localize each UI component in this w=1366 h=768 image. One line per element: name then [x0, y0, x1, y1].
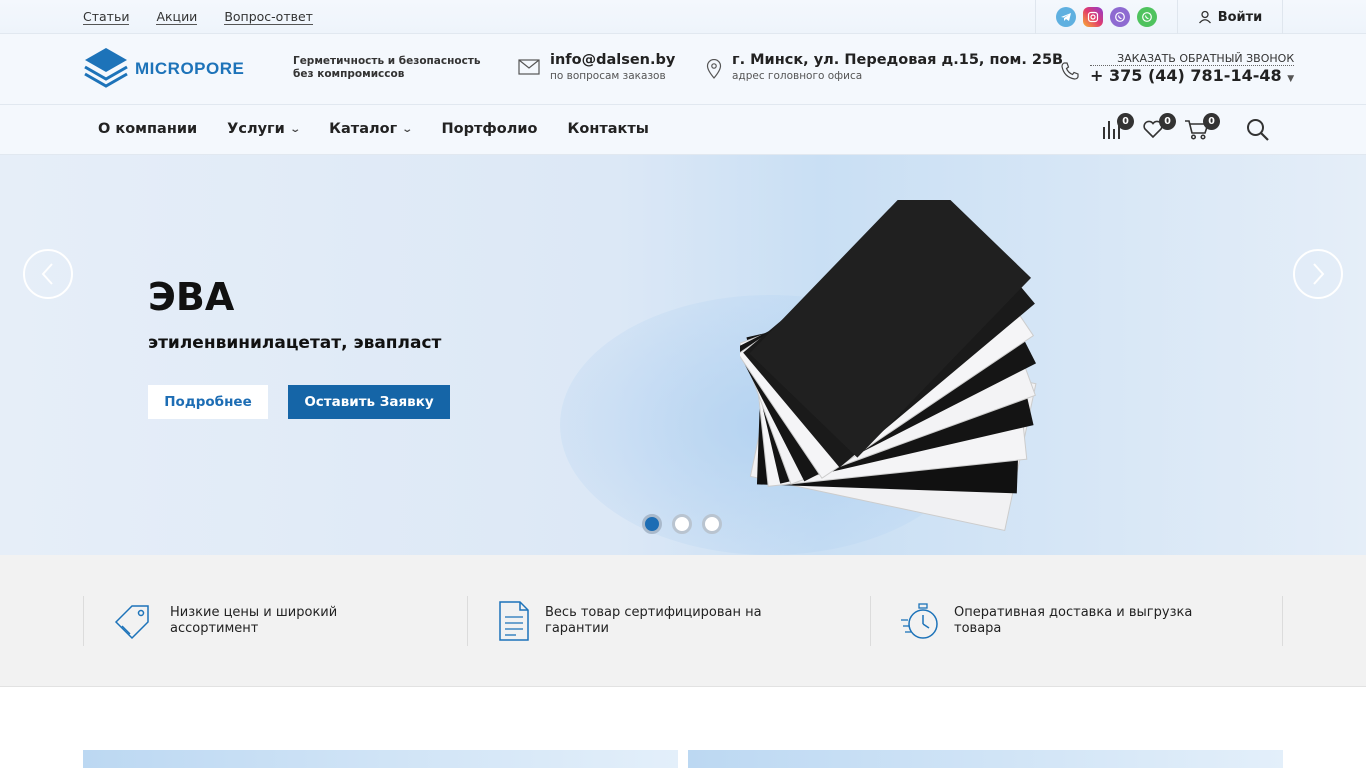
search-icon: [1247, 119, 1269, 141]
feature-line-1: Оперативная доставка и выгрузка: [954, 605, 1193, 620]
chevron-left-icon: [41, 263, 53, 285]
stopwatch-icon: [901, 603, 938, 639]
main-menu: О компании Услуги ⌄ Каталог ⌄ Портфолио Ко…: [98, 121, 649, 137]
caret-down-icon[interactable]: ▼: [1287, 74, 1294, 84]
feature-item: Низкие цены и широкий ассортимент: [83, 596, 467, 646]
hero-subtitle: этиленвинилацетат, эвапласт: [148, 333, 442, 353]
slider-prev-button[interactable]: [23, 249, 73, 299]
phone-text: + 375 (44) 781-14-48: [1090, 66, 1282, 85]
instagram-icon[interactable]: [1083, 7, 1103, 27]
viber-icon[interactable]: [1110, 7, 1130, 27]
feature-line-2: товара: [954, 621, 1002, 636]
feature-line-1: Низкие цены и широкий: [170, 605, 338, 620]
user-icon: [1198, 10, 1211, 24]
compare-button[interactable]: 0: [1100, 113, 1134, 143]
whatsapp-icon[interactable]: [1137, 7, 1157, 27]
callback-link[interactable]: ЗАКАЗАТЬ ОБРАТНЫЙ ЗВОНОК: [1090, 52, 1295, 66]
location-pin-icon: [706, 59, 722, 79]
top-link-articles[interactable]: Статьи: [83, 9, 130, 25]
document-icon: [499, 601, 529, 641]
email-note: по вопросам заказов: [550, 70, 666, 82]
logo[interactable]: MICROPORE: [83, 46, 244, 92]
nav-item-label: Портфолио: [441, 121, 538, 137]
nav-item-label: О компании: [98, 121, 198, 137]
slider-dot-3[interactable]: [702, 514, 722, 534]
email-block: info@dalsen.by по вопросам заказов: [518, 51, 675, 83]
main-nav: О компании Услуги ⌄ Каталог ⌄ Портфолио Ко…: [0, 105, 1366, 155]
logo-text: MICROPORE: [135, 59, 245, 78]
nav-item-label: Услуги: [227, 121, 285, 137]
nav-icons: 0 0 0: [1100, 113, 1220, 143]
hero-slider: ЭВА этиленвинилацетат, эвапласт Подробне…: [0, 155, 1366, 555]
phone-number[interactable]: + 375 (44) 781-14-48 ▼: [1090, 66, 1294, 89]
page: Статьи Акции Вопрос-ответ Войти MICROPOR…: [0, 0, 1366, 768]
favorites-count-badge: 0: [1159, 113, 1176, 130]
social-links: [1035, 0, 1177, 34]
more-button[interactable]: Подробнее: [148, 385, 268, 419]
top-link-promotions[interactable]: Акции: [156, 9, 198, 25]
envelope-icon: [518, 59, 540, 75]
top-links: Статьи Акции Вопрос-ответ: [83, 9, 313, 25]
telegram-icon[interactable]: [1056, 7, 1076, 27]
feature-item: Оперативная доставка и выгрузка товара: [870, 596, 1282, 646]
chevron-down-icon: ⌄: [401, 123, 414, 135]
logo-mark-icon: [84, 48, 128, 88]
slider-dot-1[interactable]: [642, 514, 662, 534]
header: MICROPORE Герметичность и безопасность б…: [0, 34, 1366, 105]
slider-dots: [642, 514, 722, 534]
nav-item-contacts[interactable]: Контакты: [568, 121, 649, 137]
phone-block: ЗАКАЗАТЬ ОБРАТНЫЙ ЗВОНОК + 375 (44) 781-…: [1060, 52, 1295, 89]
category-card[interactable]: [688, 750, 1283, 768]
feature-line-2: ассортимент: [170, 621, 259, 636]
hero-title: ЭВА: [148, 275, 235, 319]
top-link-faq[interactable]: Вопрос-ответ: [224, 9, 313, 25]
cart-button[interactable]: 0: [1184, 113, 1220, 143]
price-tag-icon: [114, 605, 149, 640]
slogan: Герметичность и безопасность без компром…: [293, 55, 493, 81]
slogan-line-1: Герметичность и безопасность: [293, 55, 481, 67]
slogan-line-2: без компромиссов: [293, 68, 405, 80]
login-label: Войти: [1217, 9, 1263, 25]
nav-item-portfolio[interactable]: Портфолио: [442, 121, 538, 137]
chevron-down-icon: ⌄: [289, 123, 301, 135]
address-block: г. Минск, ул. Передовая д.15, пом. 25В а…: [706, 51, 1063, 83]
search-button[interactable]: [1245, 117, 1271, 147]
nav-item-label: Контакты: [567, 121, 649, 137]
feature-line-1: Весь товар сертифицирован на: [545, 605, 762, 620]
login-button[interactable]: Войти: [1177, 0, 1283, 34]
category-card[interactable]: [83, 750, 678, 768]
feature-item: Весь товар сертифицирован на гарантии: [467, 596, 870, 646]
email-link[interactable]: info@dalsen.by: [550, 51, 675, 69]
chevron-right-icon: [1313, 263, 1325, 285]
top-bar: Статьи Акции Вопрос-ответ Войти: [0, 0, 1366, 34]
nav-item-about[interactable]: О компании: [98, 121, 197, 137]
compare-count-badge: 0: [1117, 113, 1134, 130]
address-note: адрес головного офиса: [732, 70, 863, 82]
feature-line-2: гарантии: [545, 621, 609, 636]
nav-item-services[interactable]: Услуги ⌄: [227, 121, 301, 137]
slider-dot-2[interactable]: [672, 514, 692, 534]
features-strip: Низкие цены и широкий ассортимент Весь т…: [0, 555, 1366, 687]
phone-icon: [1061, 62, 1079, 80]
feature-divider: [1282, 596, 1283, 646]
favorites-button[interactable]: 0: [1142, 113, 1176, 143]
nav-item-catalog[interactable]: Каталог ⌄: [329, 121, 414, 137]
cart-count-badge: 0: [1203, 113, 1220, 130]
eva-sheets-image: [740, 200, 1037, 532]
slider-next-button[interactable]: [1293, 249, 1343, 299]
order-button[interactable]: Оставить Заявку: [288, 385, 450, 419]
nav-item-label: Каталог: [329, 121, 398, 137]
address-text: г. Минск, ул. Передовая д.15, пом. 25В: [732, 52, 1064, 68]
